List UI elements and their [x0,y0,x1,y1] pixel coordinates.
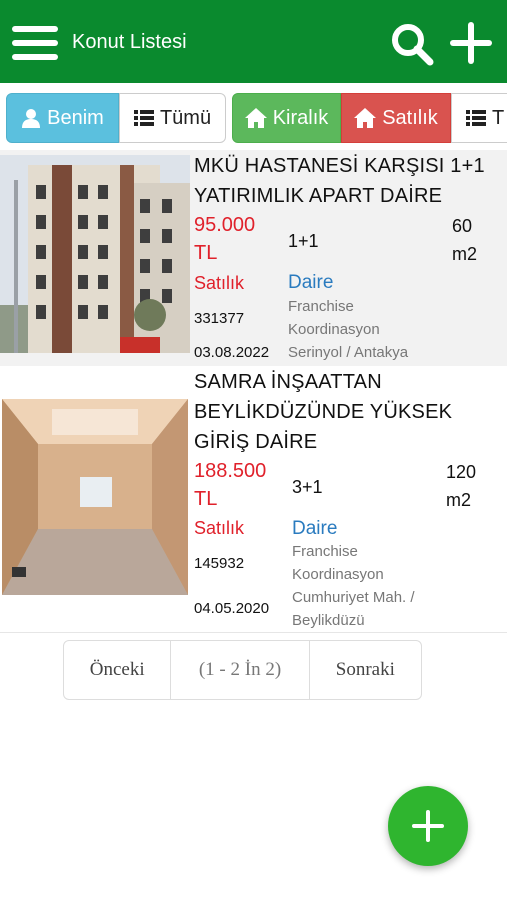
listing-status: Satılık [194,273,245,293]
list-icon [466,110,486,126]
page-title: Konut Listesi [72,31,187,53]
area-value: 120 [446,462,477,482]
listing-rooms: 1+1 [288,231,319,251]
menu-icon[interactable] [12,26,58,60]
listing-price: 95.000 TL [194,211,255,267]
agency-line: Franchise [288,298,354,315]
listing-type: Daire [292,518,338,539]
filter-type-label: T [492,106,505,129]
listing-agency: Franchise Koordinasyon Cumhuriyet Mah. /… [292,540,415,632]
agency-line: Franchise [292,543,358,560]
listing-title: MKÜ HASTANESİ KARŞISI 1+1 YATIRIMLIK APA… [194,155,485,207]
listing-agency: Franchise Koordinasyon Serinyol / Antaky… [288,295,408,364]
home-icon [354,108,377,128]
list-icon [133,110,154,126]
agency-line: Koordinasyon [288,321,380,338]
listing-code: 331377 [194,310,245,327]
area-value: 60 [452,216,473,236]
previous-page-button[interactable]: Önceki [64,641,172,699]
price-currency: TL [194,242,218,264]
home-icon [244,108,267,128]
listing-status: Satılık [194,518,245,538]
listing-photo [2,399,188,595]
plus-icon [412,810,444,842]
app-header: Konut Listesi [0,0,507,83]
listing-price: 188.500 TL [194,457,266,513]
listing-location: Serinyol / Antakya [288,344,409,361]
list-item[interactable]: SAMRA İNŞAATTAN BEYLİKDÜZÜNDE YÜKSEK GİR… [0,366,507,633]
listing-location: Cumhuriyet Mah. / [292,589,415,606]
filter-tumu-label: Tümü [159,106,212,129]
filter-benim-button[interactable]: Benim [6,93,119,143]
price-amount: 188.500 [194,460,267,482]
plus-icon[interactable] [450,22,492,64]
filter-benim-label: Benim [47,106,104,129]
next-page-button[interactable]: Sonraki [310,641,421,699]
price-amount: 95.000 [194,214,256,236]
listing-title: SAMRA İNŞAATTAN BEYLİKDÜZÜNDE YÜKSEK GİR… [194,371,453,453]
search-icon[interactable] [390,22,434,66]
filter-kiralik-label: Kiralık [272,106,329,129]
listing-area: 120 m2 [446,458,476,514]
filter-type-button[interactable]: T [451,93,507,143]
filter-satilik-button[interactable]: Satılık [341,93,451,143]
listing-area: 60 m2 [452,212,477,268]
page-info: (1 - 2 İn 2) [171,641,310,699]
filter-satilik-label: Satılık [382,106,438,129]
listing-photo [0,155,190,353]
filter-tumu-button[interactable]: Tümü [119,93,226,143]
listing-date: 04.05.2020 [194,600,270,617]
filter-kiralik-button[interactable]: Kiralık [232,93,341,143]
listing-rooms: 3+1 [292,477,323,497]
price-currency: TL [194,488,218,510]
area-unit: m2 [452,244,478,264]
agency-line: Koordinasyon [292,566,384,583]
listing-date: 03.08.2022 [194,344,270,361]
listing-type: Daire [288,272,334,293]
list-item[interactable]: MKÜ HASTANESİ KARŞISI 1+1 YATIRIMLIK APA… [0,150,507,366]
area-unit: m2 [446,490,472,510]
pagination: Önceki (1 - 2 İn 2) Sonraki [63,640,422,700]
add-listing-fab[interactable] [388,786,468,866]
filter-bar: Benim Tümü Kiralık Satılık T [0,93,507,143]
user-icon [22,109,41,128]
listing-location: Beylikdüzü [292,612,365,629]
listing-code: 145932 [194,555,245,572]
